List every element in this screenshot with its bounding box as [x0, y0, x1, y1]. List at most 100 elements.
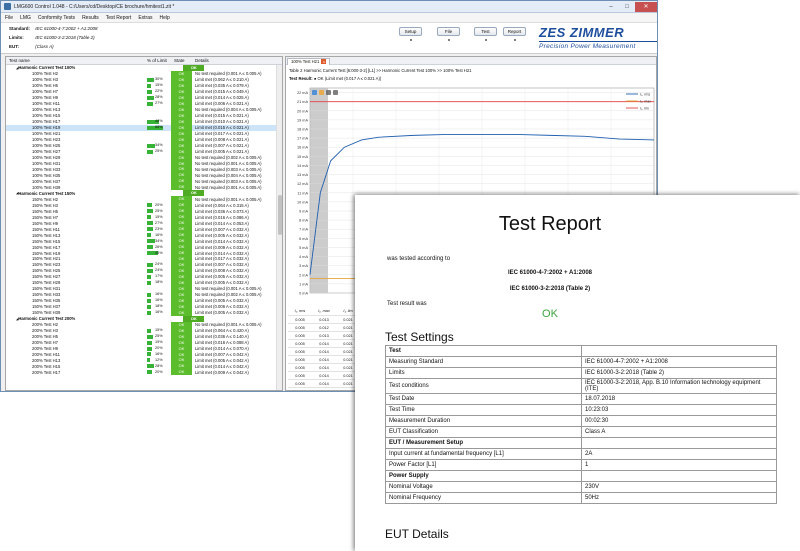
tab-label: 100% Test H21 — [291, 59, 320, 64]
test-name: 200% Test H17 — [32, 369, 61, 375]
report-key: Test — [385, 345, 582, 357]
report-value: Class A — [581, 426, 777, 438]
report-settings-table: Test Measuring Standard IEC 61000-4-7:2002… — [385, 345, 777, 504]
scrollbar-thumb[interactable] — [278, 195, 282, 235]
collapse-triangle-icon[interactable]: ◢ — [6, 191, 18, 195]
report-result-ok: OK — [542, 308, 558, 320]
measurement-cell: 0.005 — [295, 317, 305, 322]
report-section-row: EUT / Measurement Setup — [385, 437, 777, 449]
report-key: Nominal Voltage — [385, 481, 582, 493]
percent-text: 68% — [155, 125, 163, 130]
percent-of-limit: 20% — [147, 203, 171, 208]
collapse-triangle-icon[interactable]: ◢ — [6, 66, 18, 70]
details: Limit met (0.005 A ≤ 0.021 A) — [195, 149, 249, 155]
percent-text: 48% — [155, 119, 163, 124]
maximize-button[interactable]: □ — [619, 2, 635, 12]
test-name: 150% Test H33 — [32, 292, 61, 298]
tab-test-h21[interactable]: 100% Test H21 x — [287, 58, 331, 65]
table-row[interactable]: 200% Test H17 20% OK Limit met (0.009 A ≤ 0… — [6, 369, 282, 376]
y-tick-label: 1 mA — [299, 282, 308, 286]
measurement-rows: 0.005 0.013 0.021 0.005 0.012 0.021 0.005 0.013… — [288, 316, 360, 388]
percent-text: 25% — [155, 149, 163, 154]
percent-bar — [147, 245, 154, 250]
measurement-cell: 0.005 — [295, 341, 305, 346]
details: Limit met (0.015 A ≤ 0.021 A) — [195, 125, 249, 131]
details: Limit met (0.015 A ≤ 0.049 A) — [195, 89, 249, 95]
percent-bar — [147, 352, 151, 357]
test-name: 150% Test H31 — [32, 286, 61, 292]
percent-bar — [147, 227, 153, 232]
measurement-cell: 0.005 — [295, 325, 305, 330]
search-icon[interactable] — [326, 90, 331, 95]
percent-of-limit: 25% — [147, 209, 171, 214]
measurement-cell: 0.005 — [295, 349, 305, 354]
menu-extras[interactable]: Extras — [138, 15, 152, 21]
file-button[interactable]: File — [437, 27, 460, 36]
setup-button[interactable]: Setup — [399, 27, 422, 36]
file-status-dot — [448, 39, 450, 41]
y-tick-label: 8 mA — [299, 219, 308, 223]
menu-conformity-tests[interactable]: Conformity Tests — [38, 15, 75, 21]
report-key: EUT / Measurement Setup — [385, 437, 582, 449]
y-tick-label: 19 mA — [297, 118, 308, 122]
col-test-name[interactable]: Test name — [6, 58, 147, 63]
col-percent-limit[interactable]: % of Limit — [147, 58, 171, 63]
percent-of-limit: 34% — [147, 239, 171, 244]
percent-bar — [147, 221, 154, 226]
percent-of-limit: 16% — [147, 352, 171, 357]
menu-file[interactable]: File — [5, 15, 13, 21]
standard-label: Standard: — [9, 26, 31, 31]
details: Limit met (0.005 A ≤ 0.042 A) — [195, 357, 249, 363]
details: Limit met (0.009 A ≤ 0.042 A) — [195, 369, 249, 375]
vertical-scrollbar[interactable] — [276, 65, 282, 390]
report-button[interactable]: Report — [503, 27, 526, 36]
standard-value: IEC 61000-4-7:2002 + A1:2008 — [35, 26, 98, 31]
pan-icon[interactable] — [319, 90, 324, 95]
measurement-cell: 0.013 — [319, 333, 329, 338]
zoom-icon[interactable] — [312, 90, 317, 95]
percent-text: 15% — [155, 83, 163, 88]
test-name: 200% Test H2 — [32, 322, 58, 328]
test-button[interactable]: Test — [474, 27, 497, 36]
percent-text: 16% — [155, 298, 163, 303]
close-button[interactable]: ✕ — [635, 1, 657, 12]
report-value: IEC 61000-3-2:2018 (Table 2) — [581, 367, 777, 379]
settling-region — [310, 88, 328, 293]
test-name: 100% Test H7 — [32, 89, 58, 95]
report-key: EUT Classification — [385, 426, 582, 438]
measurement-cell: 0.014 — [319, 357, 329, 362]
report-key: Nominal Frequency — [385, 492, 582, 504]
percent-text: 25% — [155, 208, 163, 213]
percent-bar — [147, 143, 156, 148]
test-name: 150% Test H29 — [32, 280, 61, 286]
menu-help[interactable]: Help — [160, 15, 170, 21]
col-details[interactable]: Details — [192, 58, 209, 63]
menu-results[interactable]: Results — [82, 15, 99, 21]
percent-text: 45% — [155, 250, 163, 255]
menu-lmg[interactable]: LMG — [20, 15, 31, 21]
report-key: Measurement Duration — [385, 415, 582, 427]
col-state[interactable]: State — [171, 58, 192, 63]
details: Limit met (0.006 A ≤ 0.032 A) — [195, 304, 249, 310]
test-name: 200% Test H13 — [32, 357, 61, 363]
percent-text: 19% — [155, 340, 163, 345]
test-report-document: Test Report was tested according to IEC … — [355, 195, 800, 551]
tab-close-icon[interactable]: x — [321, 59, 327, 64]
report-row: Nominal Voltage 230V — [385, 481, 777, 493]
report-value: 2A — [581, 448, 777, 460]
home-icon[interactable] — [333, 90, 338, 95]
zes-zimmer-logo: ZES ZIMMER Precision Power Measurement — [539, 25, 657, 53]
percent-of-limit: 18% — [147, 304, 171, 309]
percent-text: 34% — [155, 238, 163, 243]
menu-bar: File LMG Conformity Tests Results Test R… — [1, 13, 657, 23]
measurement-header: I₁, rms I₁, max I₁, lim — [288, 307, 360, 316]
menu-test-report[interactable]: Test Report — [106, 15, 132, 21]
minimize-button[interactable]: – — [603, 2, 619, 12]
collapse-triangle-icon[interactable]: ◢ — [6, 317, 18, 321]
logo-tagline: Precision Power Measurement — [539, 43, 636, 50]
measurement-row: 0.005 0.014 0.021 — [288, 348, 360, 356]
details: Limit met (0.009 A ≤ 0.032 A) — [195, 244, 249, 250]
details: No test required (0.001 A ≤ 0.005 A) — [195, 184, 262, 190]
percent-of-limit: 27% — [147, 221, 171, 226]
test-name: Harmonic Current Test 100% — [18, 65, 76, 71]
